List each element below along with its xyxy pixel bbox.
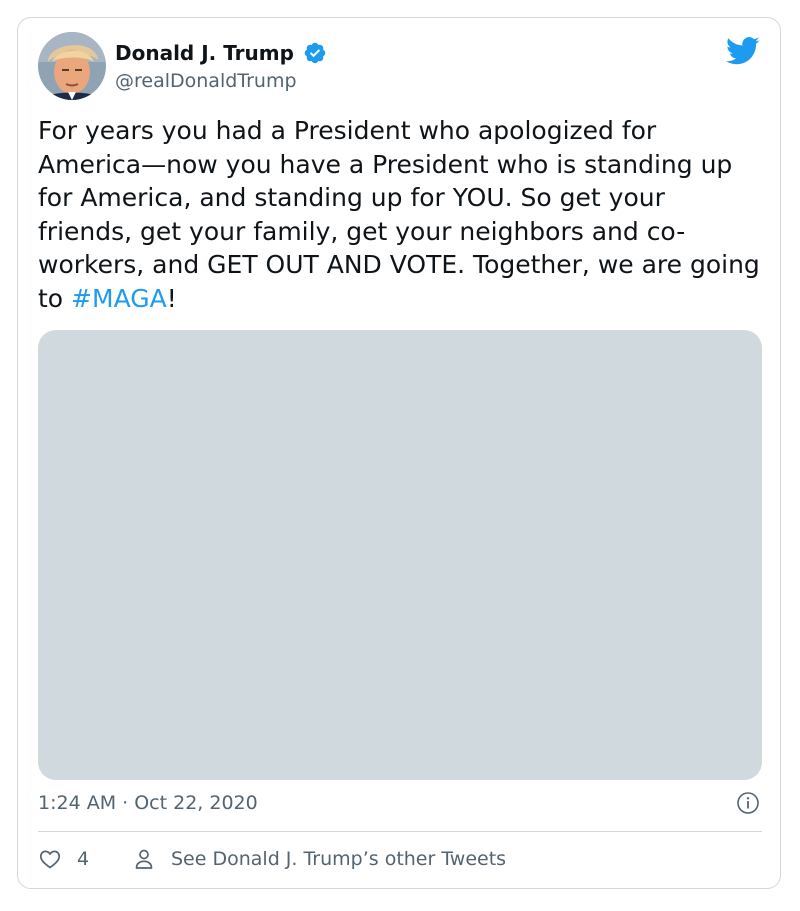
tweet-timestamp[interactable]: 1:24 AM · Oct 22, 2020 <box>38 790 258 816</box>
heart-icon <box>39 850 61 869</box>
tweet-text: For years you had a President who apolog… <box>38 114 762 316</box>
author-display-name[interactable]: Donald J. Trump <box>115 39 294 67</box>
tweet-card: Donald J. Trump @realDonaldTrump For yea… <box>17 17 781 889</box>
verified-badge-icon <box>304 42 326 64</box>
tweet-text-end: ! <box>166 283 177 313</box>
divider <box>38 831 762 832</box>
tweet-media-placeholder[interactable] <box>38 330 762 780</box>
author-name-block[interactable]: Donald J. Trump @realDonaldTrump <box>115 39 327 94</box>
like-button[interactable]: 4 <box>38 846 89 872</box>
like-count: 4 <box>77 848 90 870</box>
avatar-image <box>38 32 106 100</box>
person-icon <box>135 849 153 869</box>
twitter-bird-icon[interactable] <box>726 36 760 66</box>
author-avatar[interactable] <box>38 32 106 100</box>
info-icon[interactable] <box>736 791 760 815</box>
author-handle[interactable]: @realDonaldTrump <box>115 68 327 94</box>
other-tweets-link[interactable]: See Donald J. Trump’s other Tweets <box>132 846 506 872</box>
other-tweets-label: See Donald J. Trump’s other Tweets <box>171 848 507 870</box>
hashtag-link[interactable]: #MAGA <box>71 284 167 313</box>
